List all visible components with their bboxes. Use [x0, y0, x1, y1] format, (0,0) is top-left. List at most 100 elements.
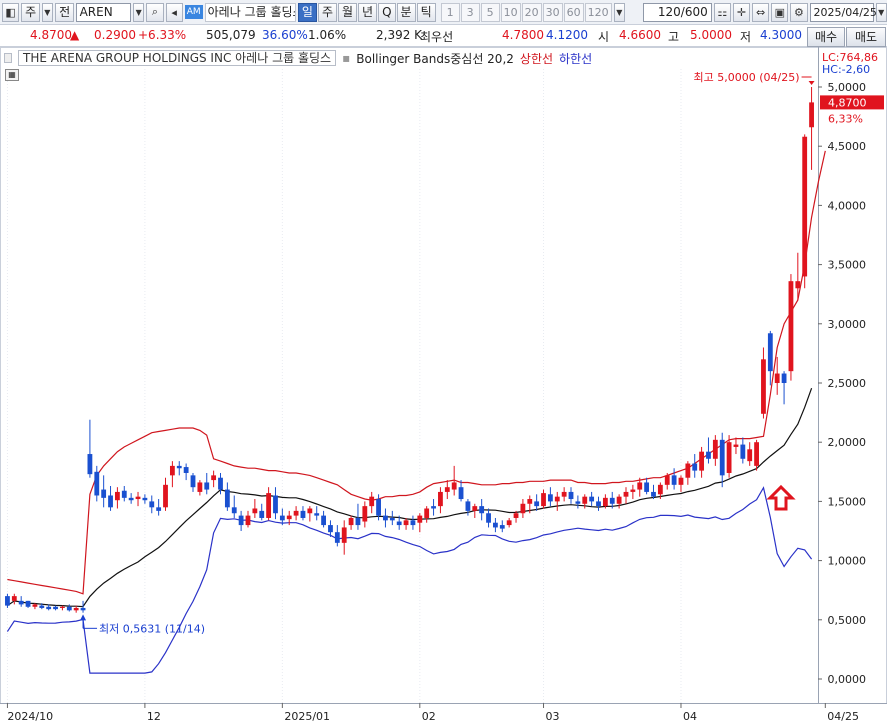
grid-icon[interactable]: ▦ [5, 69, 19, 81]
open-price: 4.6600 [619, 28, 661, 42]
symbol-input[interactable]: AREN [75, 2, 131, 22]
candle-body [94, 471, 100, 496]
chart-frame [0, 47, 887, 704]
volume: 505,079 [206, 28, 256, 42]
period-tab-1[interactable]: 주 [317, 2, 337, 22]
zoom-icon[interactable]: ⇔ [752, 2, 770, 22]
x-tick-label: 12 [147, 710, 161, 723]
calendar-dropdown-icon[interactable]: ▼ [875, 2, 887, 22]
candle-body [176, 465, 182, 469]
y-tick-label: 2,5000 [828, 377, 867, 390]
last-price: 4.8700 [30, 28, 72, 42]
candle-body [114, 491, 120, 501]
candle-body [444, 487, 450, 492]
candle-body [259, 510, 265, 518]
candle-body [128, 497, 134, 501]
low-label: 저 [740, 30, 752, 44]
candle-body [80, 607, 86, 611]
candle-body [25, 600, 31, 607]
high-annotation: 최고 5,0000 (04/25) [694, 71, 800, 84]
save-icon[interactable]: ▣ [771, 2, 789, 22]
interval-button-1[interactable]: 1 [440, 2, 460, 22]
x-tick-label: 04/25 [827, 710, 859, 723]
date-input[interactable]: 2025/04/25 [809, 2, 877, 22]
symbol-dropdown-icon[interactable]: ▼ [132, 2, 145, 22]
buy-button[interactable]: 매수 [807, 27, 845, 47]
candle-body [190, 475, 196, 488]
price-chart[interactable]: 5,0000 4,5000 4,0000 3,5000 3,0000 2,5000 2,00… [0, 47, 887, 728]
candle-body [417, 515, 423, 523]
market-selector[interactable]: 주 [21, 2, 40, 22]
candle-body [307, 508, 313, 514]
search-icon[interactable]: ⌕ [146, 2, 164, 22]
legend-lower-band: 하한선 [559, 51, 593, 66]
legend-toggle-icon[interactable] [4, 53, 12, 63]
candle-body [712, 439, 718, 459]
candle-body [761, 359, 766, 414]
prev-next-icon[interactable]: ◂ [165, 2, 183, 22]
period-tab-6[interactable]: 틱 [416, 2, 436, 22]
display-count: 120/600 [643, 2, 712, 22]
interval-button-10[interactable]: 10 [500, 2, 521, 22]
hc-label: HC:-2,60 [822, 63, 870, 76]
candle-body [596, 501, 601, 507]
candle-body [671, 475, 677, 485]
price-change: 0.2900 [94, 28, 136, 42]
candle-body [685, 463, 691, 478]
period-tab-4[interactable]: Q [378, 2, 396, 22]
candle-body [795, 281, 801, 289]
crosshair-icon[interactable]: ✛ [732, 2, 751, 22]
candlestick-chart-svg[interactable]: 5,0000 4,5000 4,0000 3,5000 3,0000 2,5000 2,00… [0, 47, 887, 728]
all-button[interactable]: 전 [55, 2, 74, 22]
interval-button-30[interactable]: 30 [542, 2, 563, 22]
period-tab-0[interactable]: 일 [297, 2, 317, 22]
candle-body [706, 451, 711, 459]
period-tab-3[interactable]: 년 [358, 2, 378, 22]
company-title: THE ARENA GROUP HOLDINGS INC 아레나 그룹 홀딩스 [18, 50, 337, 66]
market-dropdown-icon[interactable]: ▼ [41, 2, 54, 22]
buy-signal-arrow-icon [766, 484, 796, 511]
interval-button-120[interactable]: 120 [584, 2, 612, 22]
candle-body [802, 136, 808, 277]
candle-body [300, 510, 306, 518]
period-tab-5[interactable]: 분 [396, 2, 416, 22]
candle-body [609, 497, 615, 504]
y-tick-label: 2,0000 [828, 436, 867, 449]
candle-body [561, 491, 567, 497]
candle-body [321, 515, 326, 526]
layout-icon[interactable]: ◧ [2, 2, 20, 22]
interval-dropdown-icon[interactable]: ▼ [613, 2, 626, 22]
interval-button-60[interactable]: 60 [563, 2, 584, 22]
gear-icon[interactable]: ⚙ [790, 2, 808, 22]
open-label: 시 [598, 30, 610, 44]
candle-body [163, 484, 168, 508]
candle-body [18, 600, 24, 605]
candle-body [774, 373, 780, 383]
interval-buttons: 1 3 5 10 20 30 60 120 [440, 2, 612, 22]
low-annotation: 최저 0,5631 (11/14) [99, 622, 205, 635]
display-count-value[interactable]: 120 [658, 5, 681, 19]
display-total: /600 [680, 4, 708, 19]
candle-body [53, 606, 58, 610]
candle-body [396, 521, 402, 526]
interval-button-20[interactable]: 20 [521, 2, 542, 22]
candle-body [156, 507, 162, 511]
candle-body [369, 496, 375, 507]
best-bid: 4.1200 [546, 28, 588, 42]
period-tab-2[interactable]: 월 [338, 2, 358, 22]
candle-body [348, 517, 354, 526]
middle-band-line [7, 387, 813, 608]
candle-body [355, 517, 361, 526]
candle-body [541, 493, 546, 507]
sell-button[interactable]: 매도 [846, 27, 886, 47]
y-tick-label: 3,5000 [828, 259, 867, 272]
bar-style-icon[interactable]: ⚏ [713, 2, 731, 22]
legend-middle-band: Bollinger Bands중심선 20,2 [356, 51, 514, 66]
interval-button-5[interactable]: 5 [480, 2, 500, 22]
y-tick-label: 1,0000 [828, 555, 867, 568]
legend-upper-band: 상한선 [519, 51, 554, 66]
interval-button-3[interactable]: 3 [460, 2, 480, 22]
candle-body [362, 506, 368, 522]
candle-body [589, 496, 595, 502]
candle-body [108, 495, 113, 508]
